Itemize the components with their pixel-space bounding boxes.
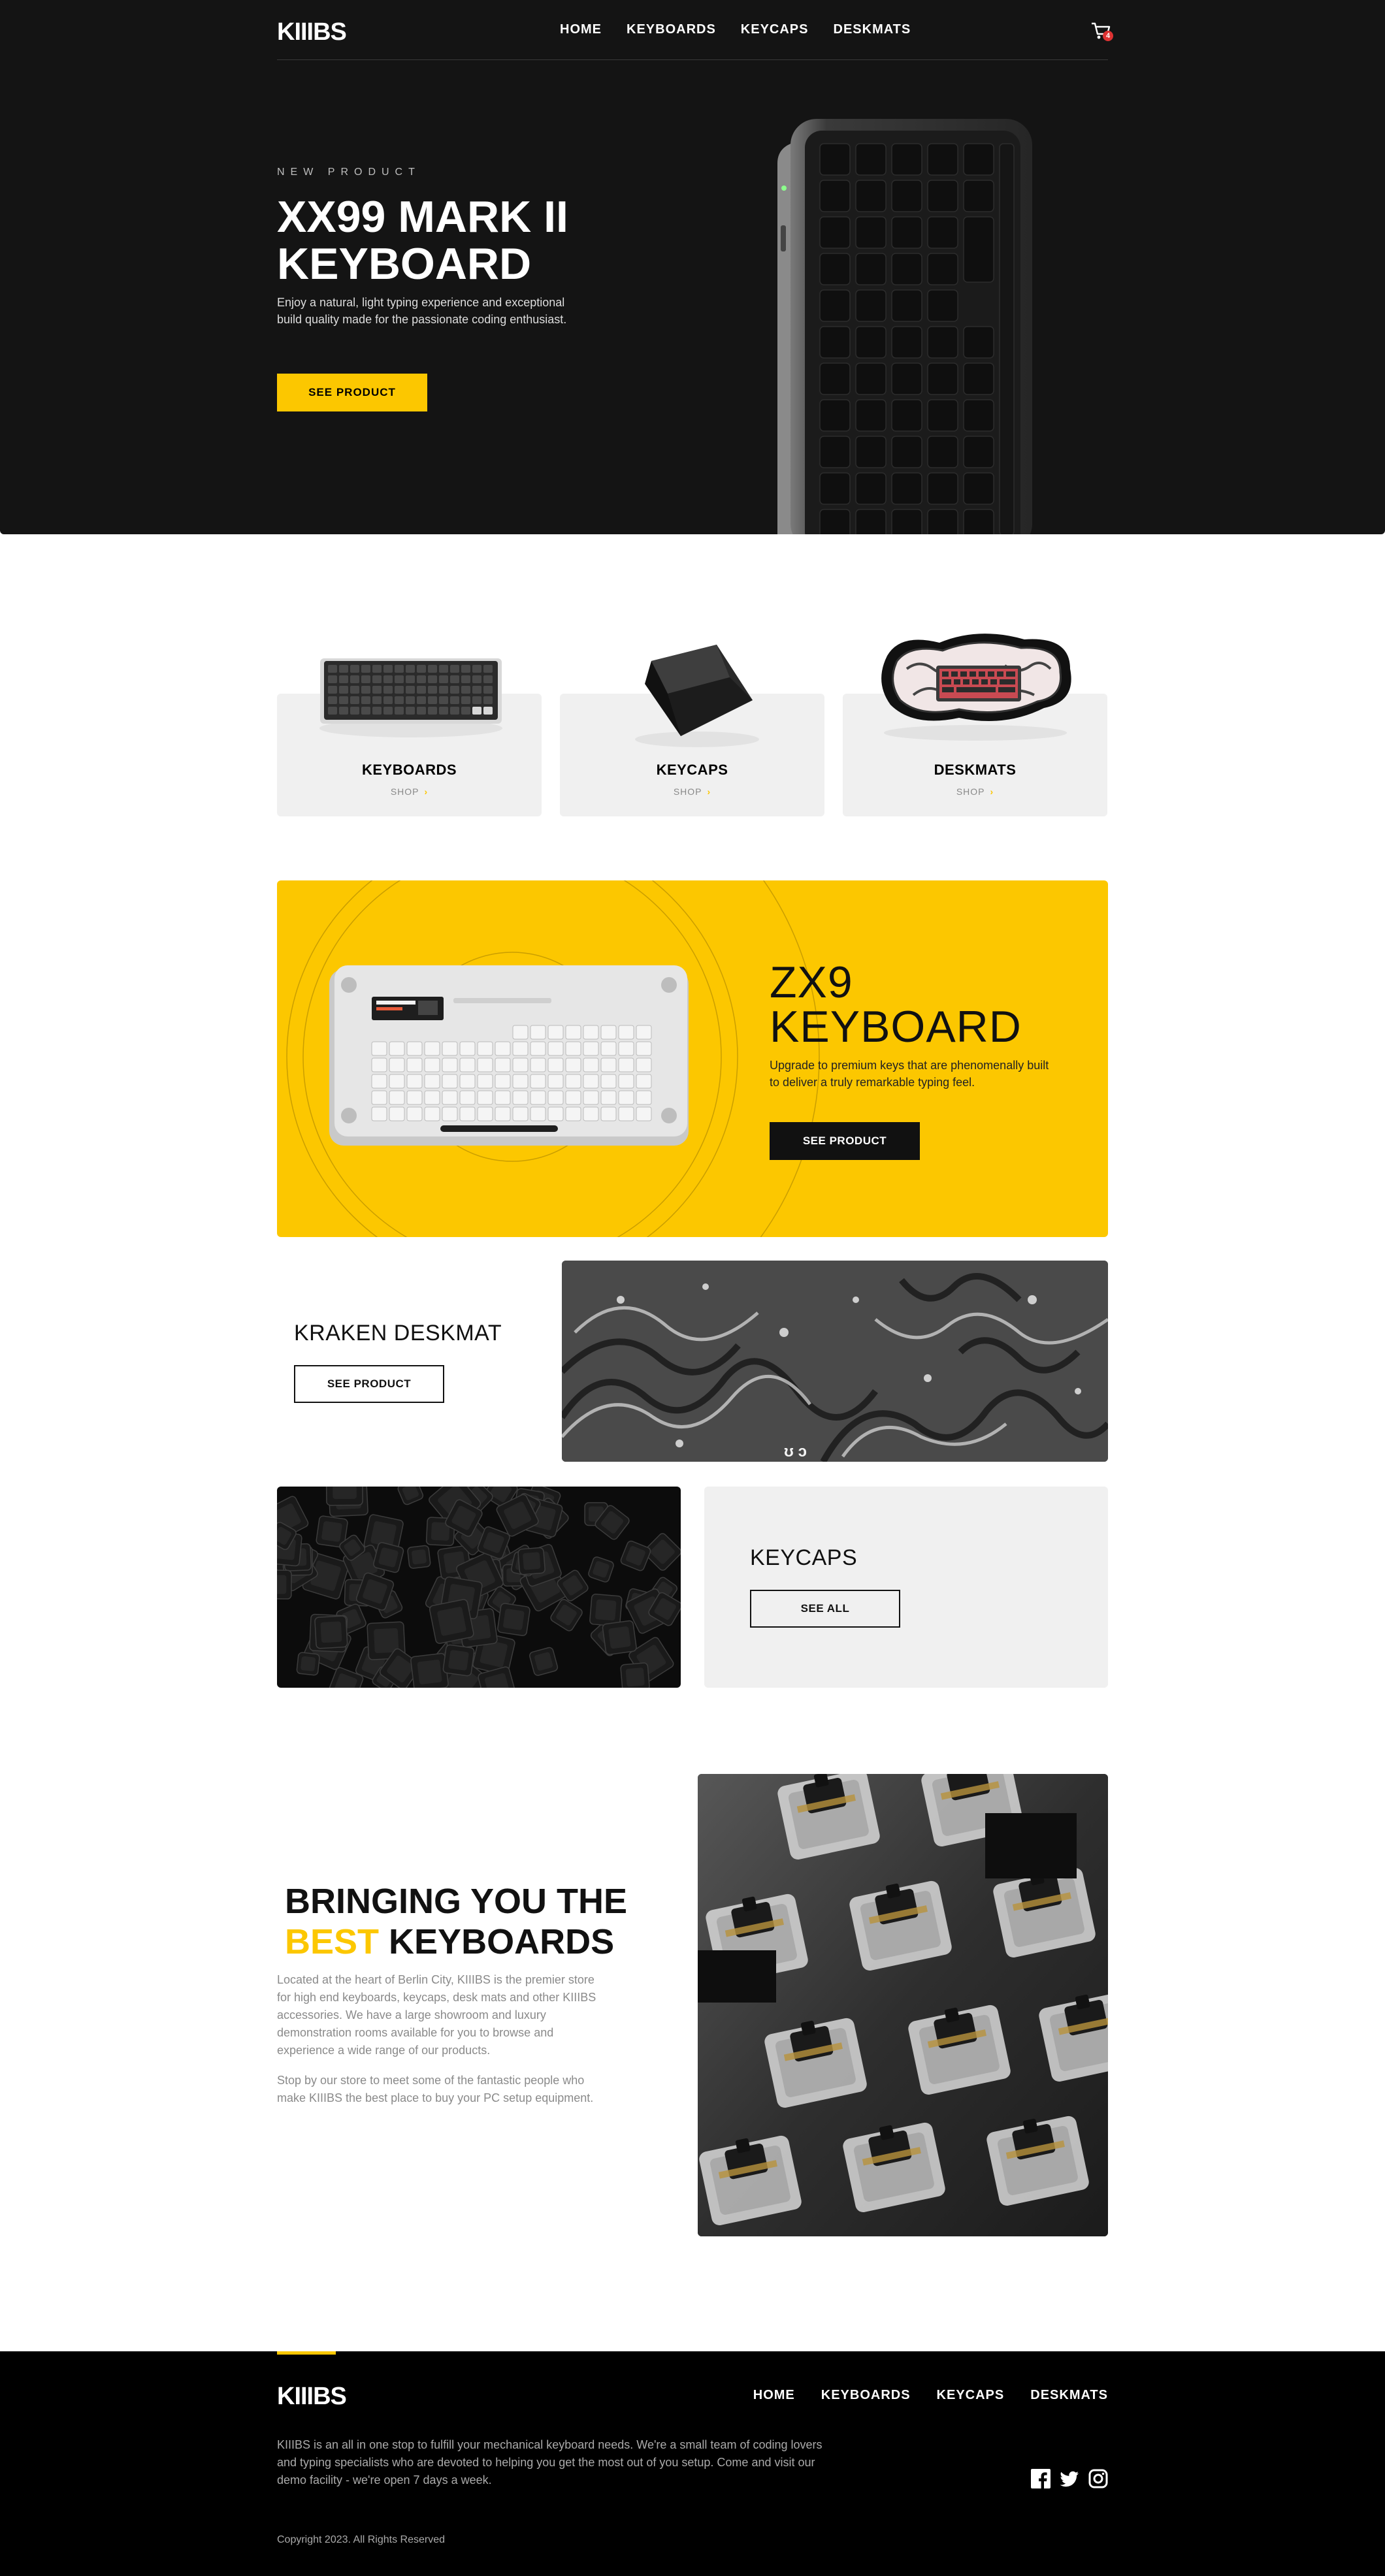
hero-keyboard-image <box>777 119 1032 534</box>
footer-nav-deskmats[interactable]: DESKMATS <box>1030 2388 1108 2403</box>
kraken-see-product-button[interactable]: SEE PRODUCT <box>294 1365 444 1403</box>
zx9-description: Upgrade to premium keys that are phenome… <box>770 1059 1049 1089</box>
card-shop-link[interactable]: SHOP › <box>560 786 824 797</box>
shop-label: SHOP <box>956 786 985 797</box>
svg-text:ʊ ɔ: ʊ ɔ <box>784 1443 807 1460</box>
facebook-icon[interactable] <box>1031 2469 1051 2488</box>
deskmats-category-image <box>881 634 1071 741</box>
footer-nav-home[interactable]: HOME <box>753 2388 795 2403</box>
keycaps-see-all-button[interactable]: SEE ALL <box>750 1590 900 1628</box>
instagram-icon[interactable] <box>1088 2469 1108 2488</box>
footer-description: KIIIBS is an all in one stop to fulfill … <box>277 2438 823 2487</box>
chevron-right-icon: › <box>424 786 429 797</box>
keycaps-panel: KEYCAPS SEE ALL <box>704 1487 1108 1688</box>
zx9-title-line1: ZX9 <box>770 958 853 1007</box>
zx9-keyboard-image <box>329 965 689 1146</box>
shop-label: SHOP <box>390 786 419 797</box>
about-title: BRINGING YOU THE BEST KEYBOARDS <box>285 1881 651 1962</box>
switches-image <box>698 1774 1108 2236</box>
footer-logo[interactable]: KIIIBS <box>277 2383 347 2411</box>
chevron-right-icon: › <box>990 786 994 797</box>
hero-section: KIIIBS HOME KEYBOARDS KEYCAPS DESKMATS 4… <box>0 0 1385 534</box>
zx9-title-line2: KEYBOARD <box>770 1002 1022 1052</box>
cart-count-badge: 4 <box>1103 31 1113 41</box>
keyboards-category-image <box>319 658 502 737</box>
nav-item-keycaps[interactable]: KEYCAPS <box>741 22 809 37</box>
header-divider <box>277 59 1108 60</box>
footer-nav-keyboards[interactable]: KEYBOARDS <box>821 2388 911 2403</box>
nav-item-home[interactable]: HOME <box>560 22 602 37</box>
card-title: KEYBOARDS <box>361 762 457 778</box>
about-paragraph-1: Located at the heart of Berlin City, KII… <box>277 1973 596 2057</box>
footer-nav-keycaps[interactable]: KEYCAPS <box>937 2388 1005 2403</box>
category-card-deskmats[interactable]: DESKMATS SHOP › <box>843 634 1107 816</box>
category-card-keycaps[interactable]: KEYCAPS SHOP › <box>560 645 824 816</box>
hero-overline: NEW PRODUCT <box>277 167 421 178</box>
about-title-highlight: BEST <box>285 1922 380 1961</box>
zx9-see-product-button[interactable]: SEE PRODUCT <box>770 1122 920 1160</box>
about-title-rest: KEYBOARDS <box>389 1922 615 1961</box>
card-shop-link[interactable]: SHOP › <box>277 786 542 797</box>
card-title: KEYCAPS <box>656 762 728 778</box>
card-title: DESKMATS <box>934 762 1017 778</box>
kraken-deskmat-image: ʊ ɔ <box>562 1261 1108 1462</box>
hero-see-product-button[interactable]: SEE PRODUCT <box>277 374 427 411</box>
nav-item-keyboards[interactable]: KEYBOARDS <box>627 22 716 37</box>
copyright: Copyright 2023. All Rights Reserved <box>277 2534 446 2545</box>
logo[interactable]: KIIIBS <box>277 18 347 46</box>
shop-label: SHOP <box>673 786 702 797</box>
keycaps-title: KEYCAPS <box>750 1545 858 1570</box>
about-title-line1: BRINGING YOU THE <box>285 1882 628 1921</box>
zx9-title: ZX9 KEYBOARD <box>770 960 1022 1049</box>
nav-item-deskmats[interactable]: DESKMATS <box>834 22 911 37</box>
hero-description: Enjoy a natural, light typing experience… <box>277 296 567 326</box>
card-shop-link[interactable]: SHOP › <box>843 786 1107 797</box>
category-card-keyboards[interactable]: KEYBOARDS SHOP › <box>277 658 542 816</box>
chevron-right-icon: › <box>707 786 711 797</box>
footer: KIIIBS HOME KEYBOARDS KEYCAPS DESKMATS K… <box>0 2351 1385 2576</box>
hero-title: XX99 MARK II KEYBOARD <box>277 192 568 289</box>
footer-nav: HOME KEYBOARDS KEYCAPS DESKMATS <box>753 2388 1108 2403</box>
keycaps-image <box>277 1487 681 1688</box>
keycaps-category-image <box>635 645 759 747</box>
zx9-promo: ZX9 KEYBOARD Upgrade to premium keys that… <box>277 880 1108 1237</box>
twitter-icon[interactable] <box>1060 2469 1079 2488</box>
footer-accent-bar <box>277 2351 336 2355</box>
main-nav: HOME KEYBOARDS KEYCAPS DESKMATS <box>560 22 911 37</box>
kraken-title: KRAKEN DESKMAT <box>294 1321 502 1345</box>
about-paragraph-2: Stop by our store to meet some of the fa… <box>277 2074 594 2104</box>
